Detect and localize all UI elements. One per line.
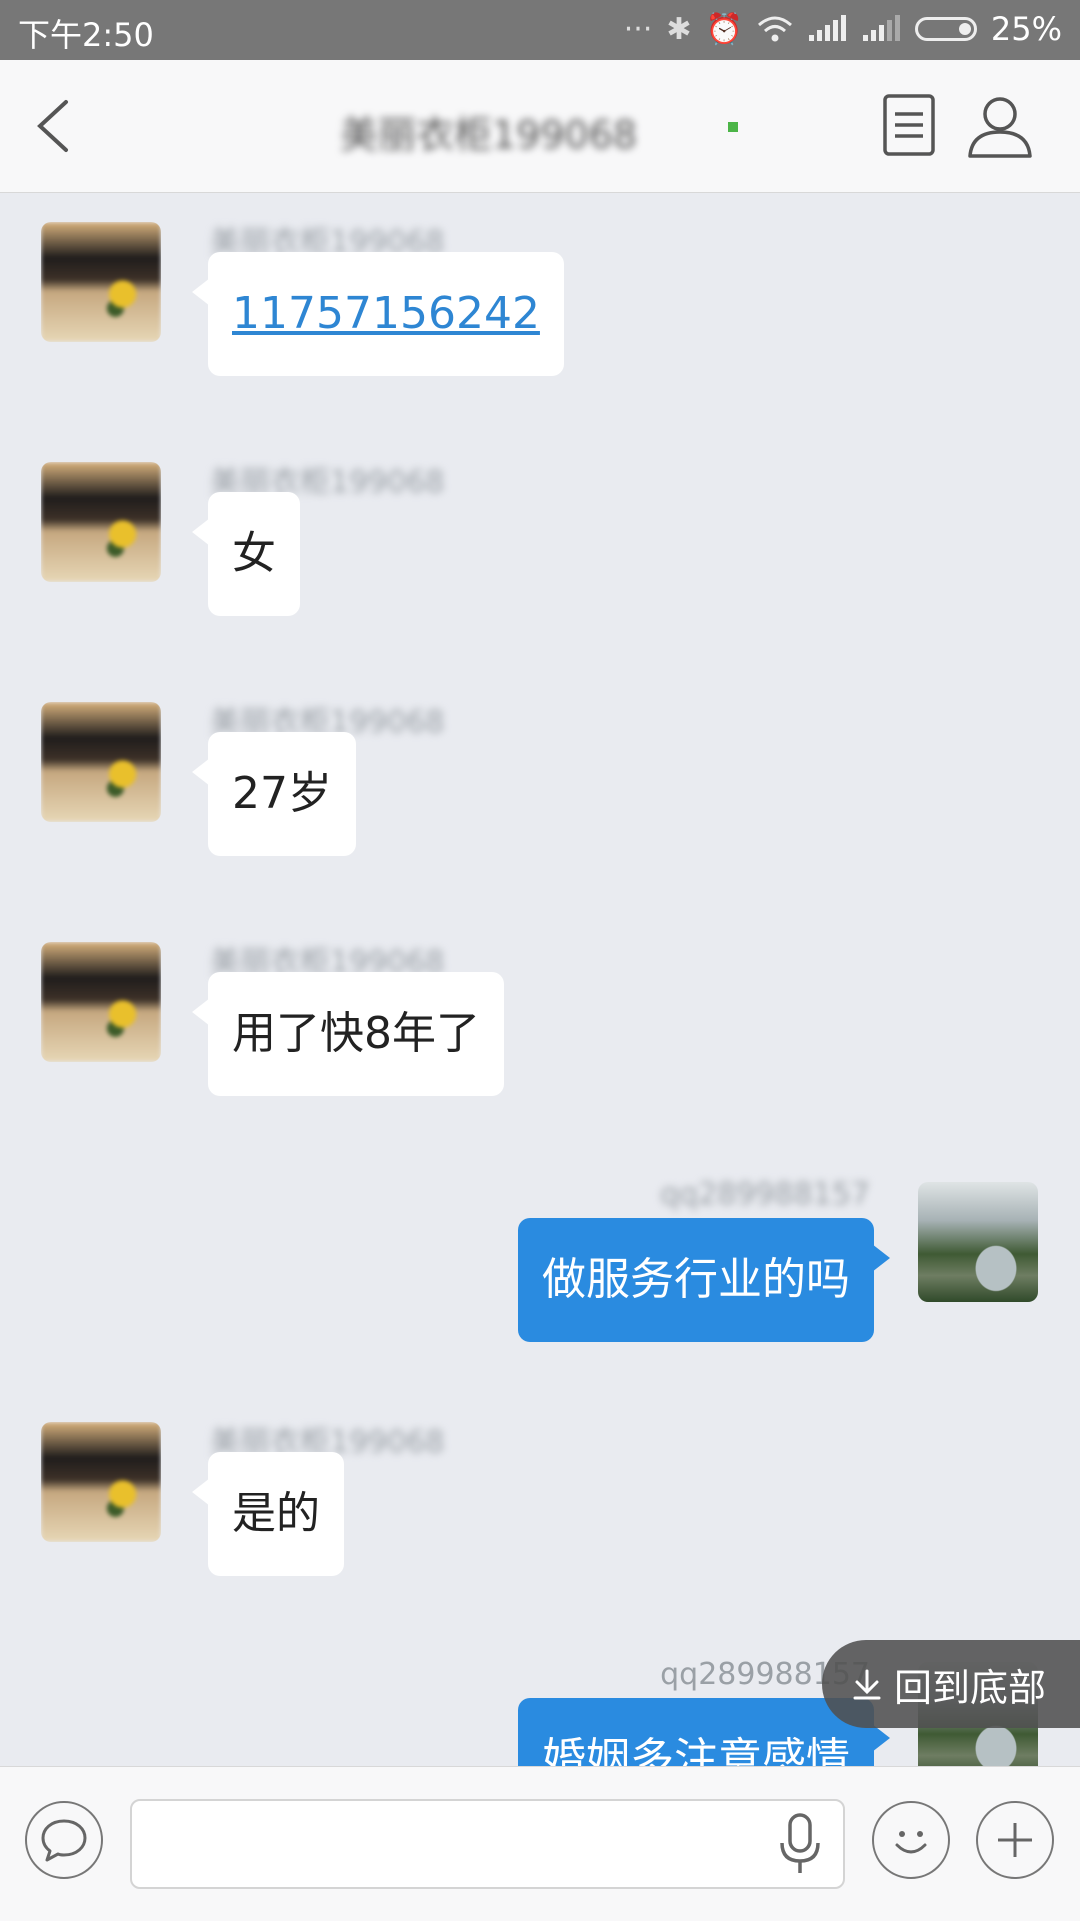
contact-avatar[interactable] (41, 222, 161, 342)
plus-icon (998, 1823, 1032, 1857)
alarm-icon: ⏰ (705, 11, 743, 47)
microphone-icon[interactable] (770, 1809, 830, 1879)
chat-header: 美丽衣柜199068 (0, 60, 1080, 193)
wifi-icon (757, 16, 792, 42)
input-bar (0, 1766, 1080, 1921)
status-bar: 下午2:50 ··· ✱ ⏰ 25% (0, 0, 1080, 60)
chat-title: 美丽衣柜199068 (340, 113, 638, 157)
emoji-button[interactable] (872, 1801, 950, 1879)
chat-records-button[interactable] (873, 90, 945, 162)
message-bubble[interactable]: 婚姻多注意感情 (518, 1698, 890, 1766)
bluetooth-icon: ✱ (666, 11, 692, 47)
dots-icon: ··· (623, 11, 653, 47)
more-button[interactable] (976, 1801, 1054, 1879)
message-input[interactable] (130, 1799, 845, 1889)
back-to-bottom-label: 回到底部 (894, 1665, 1047, 1710)
signal-icon (808, 15, 846, 41)
message-bubble[interactable]: 用了快8年了 (192, 972, 504, 1096)
status-time: 下午2:50 (18, 16, 154, 54)
back-button[interactable] (30, 96, 90, 156)
contact-avatar[interactable] (41, 702, 161, 822)
contact-avatar[interactable] (41, 942, 161, 1062)
sender-name: qq289988157 (660, 1177, 870, 1212)
message-list[interactable]: 美丽衣柜199068 11757156242 美丽衣柜199068 女 美丽衣柜… (0, 193, 1080, 1766)
profile-button[interactable] (964, 90, 1036, 162)
smiley-icon (895, 1831, 927, 1854)
chat-bubble-icon (41, 1819, 87, 1862)
contact-avatar[interactable] (41, 462, 161, 582)
signal-icon (862, 15, 900, 41)
message-bubble[interactable]: 27岁 (192, 732, 356, 856)
online-indicator (728, 122, 738, 132)
message-bubble[interactable]: 是的 (192, 1452, 344, 1576)
arrow-down-icon (853, 1669, 881, 1700)
battery-percent: 25% (990, 10, 1062, 48)
my-avatar[interactable] (918, 1182, 1038, 1302)
message-bubble[interactable]: 女 (192, 492, 300, 616)
phone-link[interactable]: 11757156242 (232, 288, 540, 339)
message-bubble[interactable]: 做服务行业的吗 (518, 1218, 890, 1342)
message-bubble[interactable]: 11757156242 (192, 252, 564, 376)
contact-avatar[interactable] (41, 1422, 161, 1542)
back-to-bottom-button[interactable]: 回到底部 (822, 1640, 1080, 1728)
status-icons: ··· ✱ ⏰ 25% (624, 10, 1062, 48)
battery-icon (914, 17, 977, 41)
chat-mode-button[interactable] (25, 1801, 103, 1879)
